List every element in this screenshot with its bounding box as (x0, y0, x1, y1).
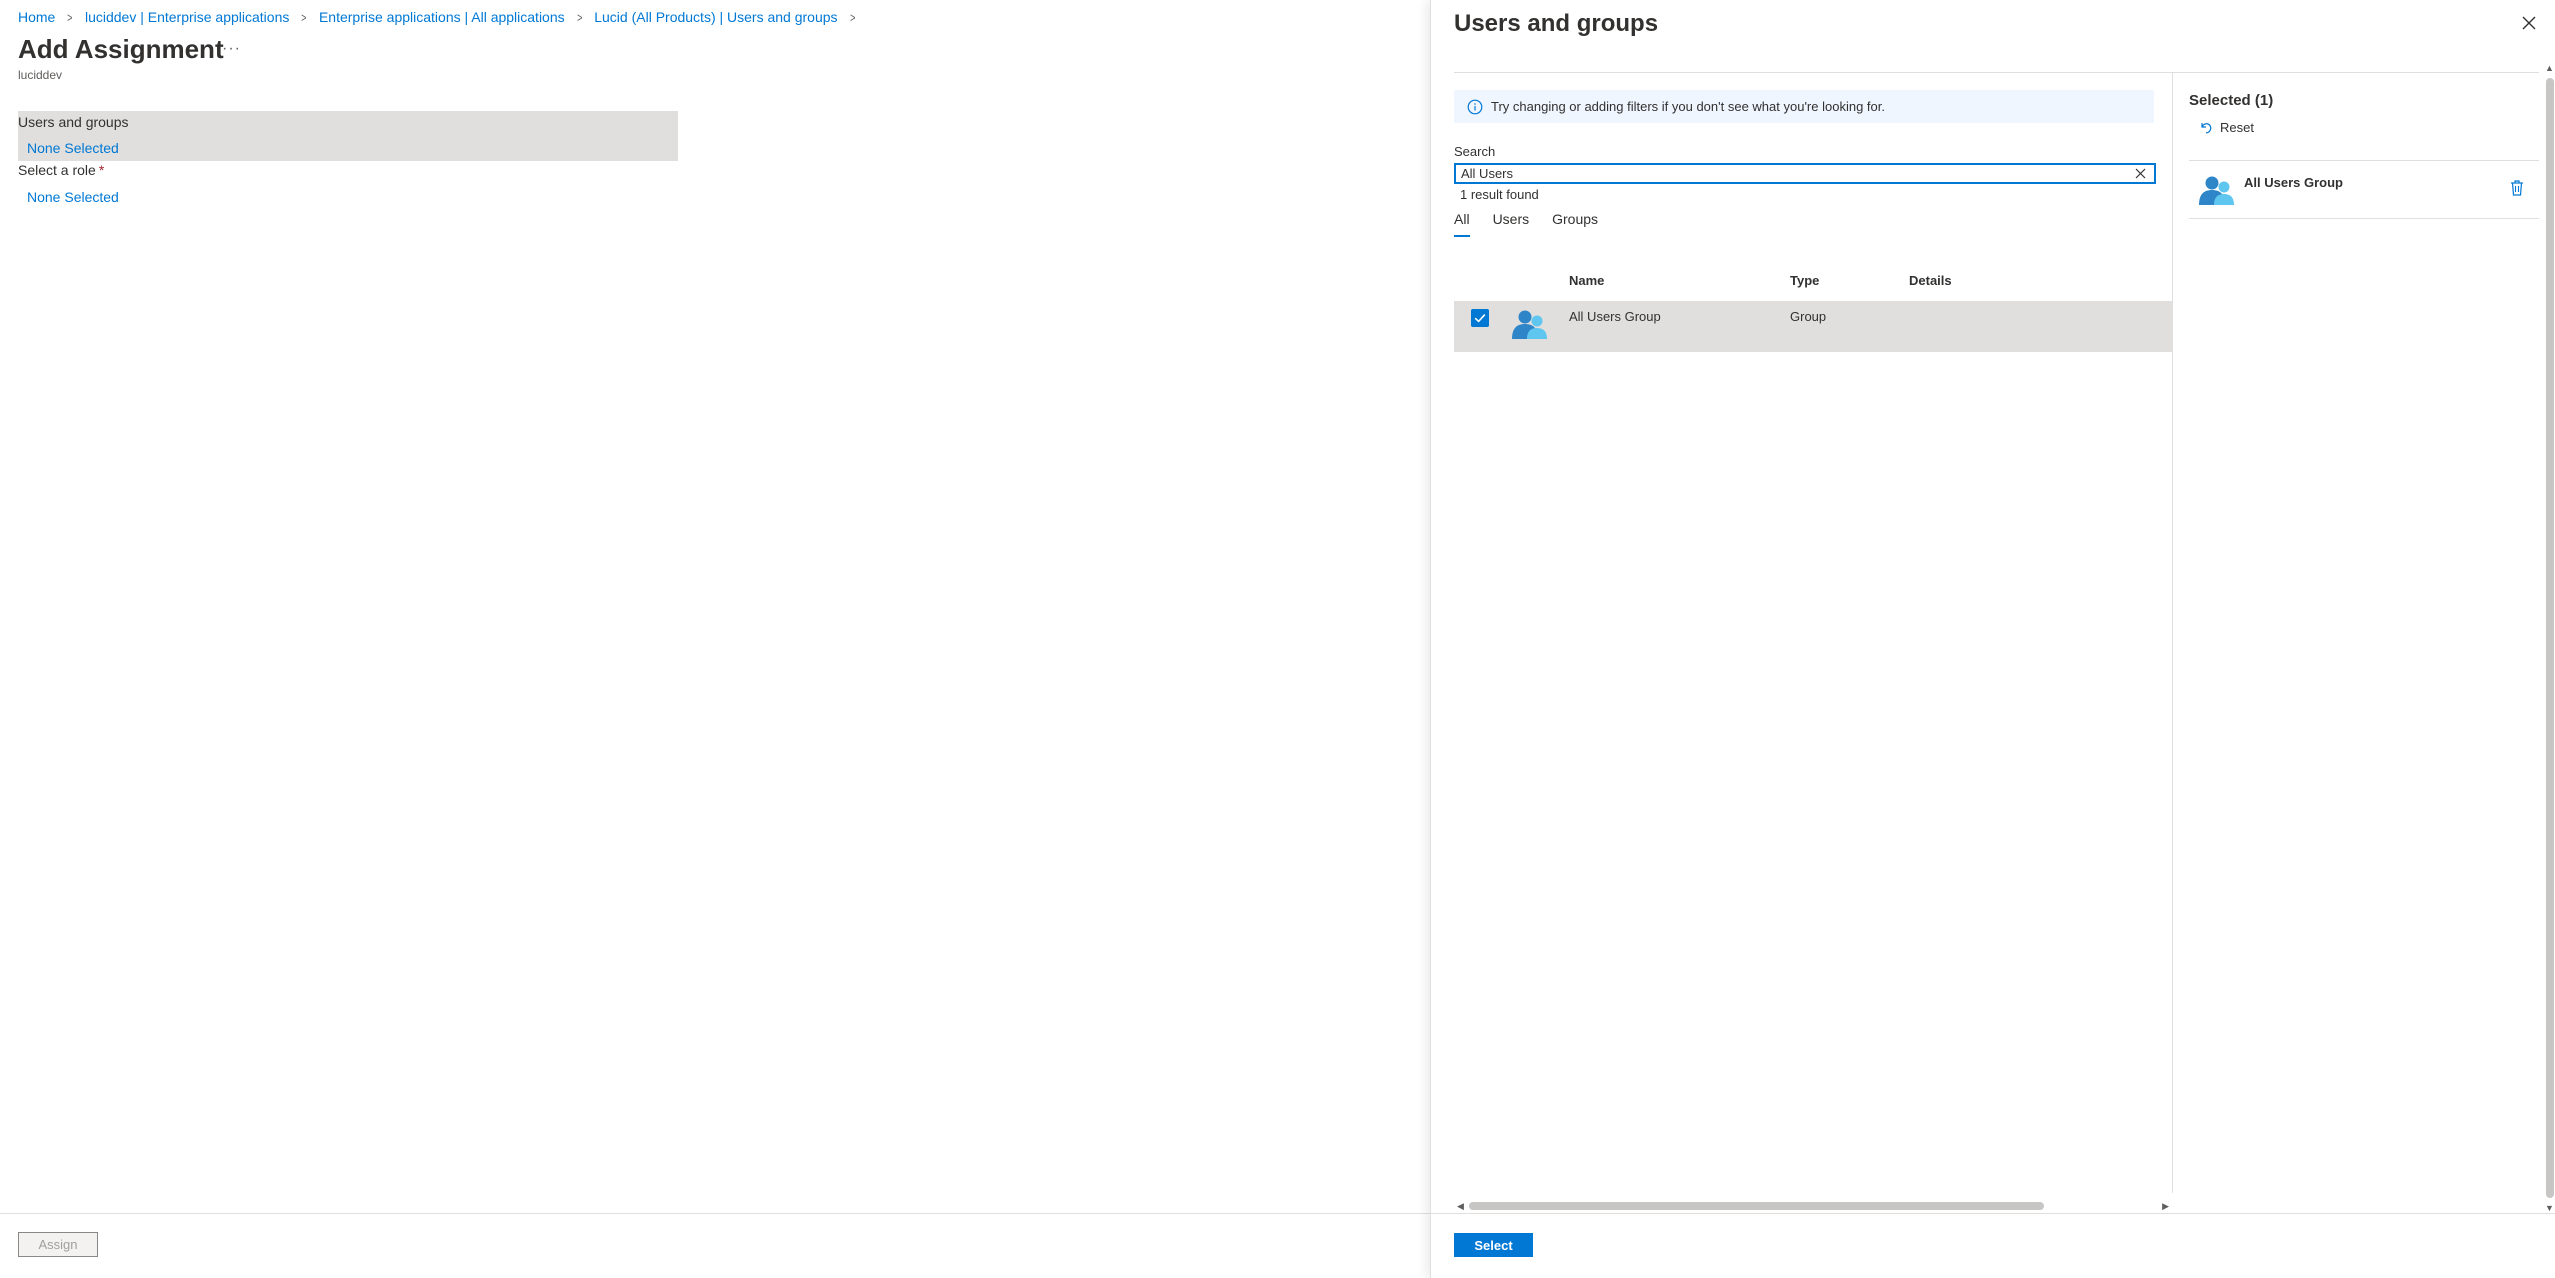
panel-divider (1454, 72, 2539, 73)
column-header-name[interactable]: Name (1569, 273, 1604, 288)
result-count: 1 result found (1460, 187, 1539, 202)
chevron-right-icon: > (67, 9, 73, 25)
selected-divider (2189, 218, 2539, 219)
select-role-label-text: Select a role (18, 162, 96, 178)
page-subtitle: luciddev (18, 68, 63, 82)
group-icon (2199, 176, 2234, 205)
add-assignment-blade: Home > luciddev | Enterprise application… (0, 0, 1430, 1278)
select-button[interactable]: Select (1454, 1233, 1533, 1257)
group-icon (1512, 310, 1547, 339)
left-footer: Assign (0, 1213, 1430, 1278)
panel-title: Users and groups (1454, 10, 1659, 37)
selected-divider (2189, 160, 2539, 161)
required-marker: * (98, 162, 105, 178)
selected-item-name: All Users Group (2244, 175, 2343, 190)
scroll-up-icon[interactable]: ▲ (2545, 63, 2554, 73)
tab-all[interactable]: All (1454, 211, 1470, 239)
vertical-scrollbar[interactable]: ▲ ▼ (2544, 63, 2555, 1213)
selected-title: Selected (1) (2189, 92, 2274, 109)
search-label: Search (1454, 144, 1496, 159)
undo-icon (2201, 123, 2212, 134)
tab-users[interactable]: Users (1493, 211, 1530, 239)
breadcrumb-enterprise-applications[interactable]: luciddev | Enterprise applications (85, 9, 289, 25)
horizontal-scrollbar[interactable]: ◀ ▶ (1454, 1198, 2172, 1213)
breadcrumb-all-applications[interactable]: Enterprise applications | All applicatio… (319, 9, 565, 25)
chevron-right-icon: > (849, 9, 856, 25)
vertical-scroll-thumb[interactable] (2546, 78, 2554, 1198)
horizontal-scroll-thumb[interactable] (1469, 1202, 2044, 1210)
chevron-right-icon: > (301, 9, 307, 25)
select-role-label: Select a role * (18, 162, 104, 178)
info-icon (1467, 99, 1483, 114)
info-message-text: Try changing or adding filters if you do… (1491, 99, 1885, 114)
users-and-groups-panel: Users and groups Try changing or adding … (1430, 0, 2555, 1278)
grid-header: Name Type Details (1454, 265, 2172, 293)
search-box (1454, 163, 2156, 184)
selected-item: All Users Group (2189, 165, 2539, 215)
reset-label: Reset (2220, 120, 2254, 135)
breadcrumb: Home > luciddev | Enterprise application… (18, 9, 867, 25)
users-and-groups-label: Users and groups (18, 114, 129, 130)
scroll-left-icon[interactable]: ◀ (1457, 1201, 1464, 1212)
column-header-type[interactable]: Type (1790, 273, 1819, 288)
users-and-groups-section: Users and groups None Selected (18, 111, 678, 161)
row-name: All Users Group (1569, 309, 1661, 324)
chevron-right-icon: > (576, 9, 583, 25)
trash-icon[interactable] (2509, 179, 2525, 197)
assign-button[interactable]: Assign (18, 1232, 98, 1257)
results-grid: Name Type Details All Users Group Group (1454, 265, 2172, 352)
users-and-groups-none-selected-link[interactable]: None Selected (27, 140, 119, 156)
select-role-none-selected-link[interactable]: None Selected (27, 189, 119, 205)
row-checkbox-checked[interactable] (1471, 309, 1489, 327)
row-type: Group (1790, 309, 1827, 324)
tab-groups[interactable]: Groups (1552, 211, 1598, 239)
more-options-button[interactable]: ··· (222, 40, 241, 58)
scroll-down-icon[interactable]: ▼ (2545, 1203, 2554, 1213)
breadcrumb-lucid-users-groups[interactable]: Lucid (All Products) | Users and groups (594, 9, 837, 25)
scroll-right-icon[interactable]: ▶ (2162, 1201, 2169, 1212)
page-title: Add Assignment (18, 34, 224, 64)
filter-tabs: All Users Groups (1454, 211, 1621, 239)
table-row[interactable]: All Users Group Group (1454, 301, 2172, 352)
breadcrumb-home[interactable]: Home (18, 9, 55, 25)
info-message-bar: Try changing or adding filters if you do… (1454, 90, 2154, 123)
search-input[interactable] (1461, 165, 2111, 182)
panel-footer: Select (1431, 1213, 2555, 1278)
column-header-details[interactable]: Details (1909, 273, 1952, 288)
panel-column-divider (2172, 73, 2173, 1193)
clear-search-icon[interactable] (2133, 166, 2148, 181)
close-icon[interactable] (2519, 13, 2539, 33)
reset-button[interactable]: Reset (2198, 120, 2254, 135)
